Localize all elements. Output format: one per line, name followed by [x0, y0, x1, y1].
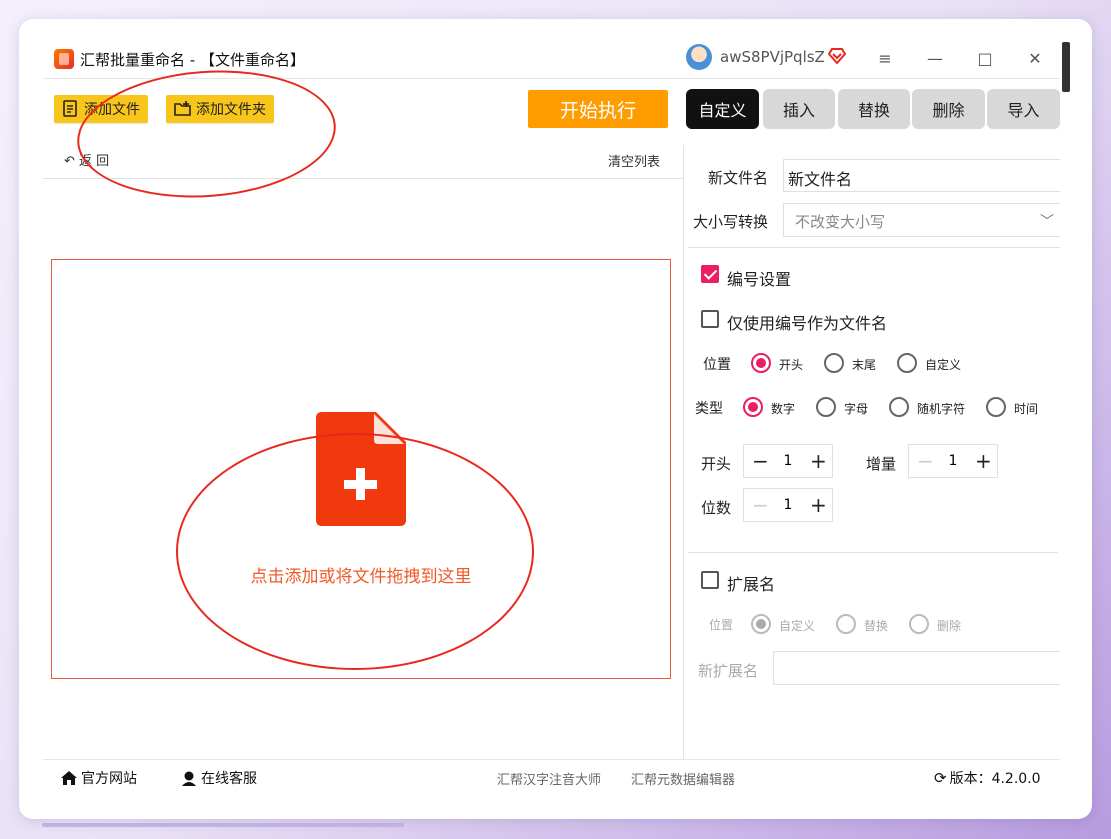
type-radio-letter[interactable] — [816, 397, 836, 417]
maximize-button[interactable]: □ — [970, 44, 1000, 72]
decrement-button[interactable]: − — [752, 449, 769, 473]
position-radio-start[interactable] — [751, 353, 771, 373]
version-label: 版本：4.2.0.0 — [949, 771, 1041, 787]
chevron-down-icon: ﹀ — [1040, 214, 1054, 230]
new-filename-label: 新文件名 — [708, 169, 769, 187]
ext-position-radio-replace[interactable] — [836, 614, 856, 634]
back-icon: ↶ — [64, 154, 75, 169]
extension-label: 扩展名 — [727, 575, 776, 594]
refresh-icon: ⟳ — [934, 769, 947, 787]
increment-button[interactable]: + — [810, 449, 827, 473]
section-divider — [688, 247, 1060, 248]
new-extension-input[interactable] — [773, 651, 1060, 685]
version-info: ⟳ 版本：4.2.0.0 — [934, 768, 1041, 788]
increment-value: 1 — [948, 453, 958, 469]
ext-position-option-custom: 自定义 — [779, 619, 816, 633]
username[interactable]: awS8PVjPqlsZ — [720, 48, 825, 66]
close-button[interactable]: ✕ — [1020, 44, 1050, 72]
type-label: 类型 — [695, 401, 723, 417]
ext-position-option-replace: 替换 — [864, 619, 889, 633]
decrement-button[interactable]: − — [752, 493, 769, 517]
footer-divider — [43, 759, 1060, 760]
new-extension-label: 新扩展名 — [698, 662, 759, 680]
tab-import[interactable]: 导入 — [987, 89, 1060, 129]
ext-position-label: 位置 — [709, 618, 734, 632]
start-button[interactable]: 开始执行 — [528, 90, 668, 128]
official-website-label: 官方网站 — [81, 771, 137, 787]
type-option-time: 时间 — [1014, 402, 1039, 416]
hanzi-pinyin-app-link[interactable]: 汇帮汉字注音大师 — [497, 769, 601, 788]
type-option-number: 数字 — [771, 402, 796, 416]
metadata-editor-app-link[interactable]: 汇帮元数据编辑器 — [631, 769, 735, 788]
position-radio-custom[interactable] — [897, 353, 917, 373]
position-option-start: 开头 — [779, 358, 804, 372]
menu-icon[interactable]: ≡ — [870, 44, 900, 72]
increment-label: 增量 — [866, 455, 897, 473]
ext-position-radio-custom[interactable] — [751, 614, 771, 634]
type-radio-number[interactable] — [743, 397, 763, 417]
type-option-random: 随机字符 — [917, 402, 966, 416]
ext-position-option-delete: 删除 — [937, 619, 962, 633]
ext-position-radio-delete[interactable] — [909, 614, 929, 634]
app-logo-icon — [54, 49, 74, 69]
digits-label: 位数 — [701, 499, 732, 517]
increment-button[interactable]: + — [975, 449, 992, 473]
position-option-end: 末尾 — [852, 358, 877, 372]
digits-value: 1 — [783, 497, 793, 513]
extension-checkbox[interactable] — [701, 571, 719, 589]
start-number-value: 1 — [783, 453, 793, 469]
user-avatar[interactable] — [686, 44, 712, 70]
tab-custom[interactable]: 自定义 — [686, 89, 759, 129]
increment-stepper[interactable]: − 1 + — [908, 444, 998, 478]
add-file-icon — [63, 100, 77, 117]
tab-insert[interactable]: 插入 — [763, 89, 835, 129]
numbering-label: 编号设置 — [727, 270, 792, 289]
home-icon — [61, 771, 77, 785]
background-taskbar-strip — [42, 823, 404, 827]
start-number-label: 开头 — [701, 455, 732, 473]
only-number-label: 仅使用编号作为文件名 — [727, 314, 888, 333]
type-radio-time[interactable] — [986, 397, 1006, 417]
position-radio-end[interactable] — [824, 353, 844, 373]
case-convert-select[interactable]: 不改变大小写 ﹀ — [783, 203, 1060, 237]
panel-divider — [683, 145, 684, 760]
position-option-custom: 自定义 — [925, 358, 962, 372]
minimize-button[interactable]: — — [920, 44, 950, 72]
case-convert-label: 大小写转换 — [693, 213, 769, 231]
section-divider — [688, 552, 1058, 553]
official-website-link[interactable]: 官方网站 — [60, 768, 137, 788]
start-number-stepper[interactable]: − 1 + — [743, 444, 833, 478]
type-option-letter: 字母 — [844, 402, 869, 416]
online-support-link[interactable]: 在线客服 — [180, 768, 257, 788]
position-label: 位置 — [703, 357, 731, 373]
vip-diamond-icon[interactable] — [828, 48, 846, 64]
support-agent-icon — [182, 771, 196, 786]
annotation-circle-dropzone — [176, 433, 534, 670]
increment-button[interactable]: + — [810, 493, 827, 517]
only-number-checkbox[interactable] — [701, 310, 719, 328]
tab-replace[interactable]: 替换 — [838, 89, 910, 129]
decrement-button[interactable]: − — [917, 449, 934, 473]
window-edge-scrollbar[interactable] — [1062, 42, 1070, 92]
case-convert-value: 不改变大小写 — [795, 213, 886, 231]
digits-stepper[interactable]: − 1 + — [743, 488, 833, 522]
tab-bar: 自定义 插入 替换 删除 导入 — [686, 89, 1060, 129]
window-title: 汇帮批量重命名 - 【文件重命名】 — [80, 51, 305, 69]
tab-delete[interactable]: 删除 — [912, 89, 985, 129]
clear-list-button[interactable]: 清空列表 — [608, 151, 660, 170]
online-support-label: 在线客服 — [201, 771, 257, 787]
new-filename-input[interactable]: 新文件名 — [783, 159, 1060, 192]
numbering-checkbox[interactable] — [701, 265, 719, 283]
type-radio-random[interactable] — [889, 397, 909, 417]
